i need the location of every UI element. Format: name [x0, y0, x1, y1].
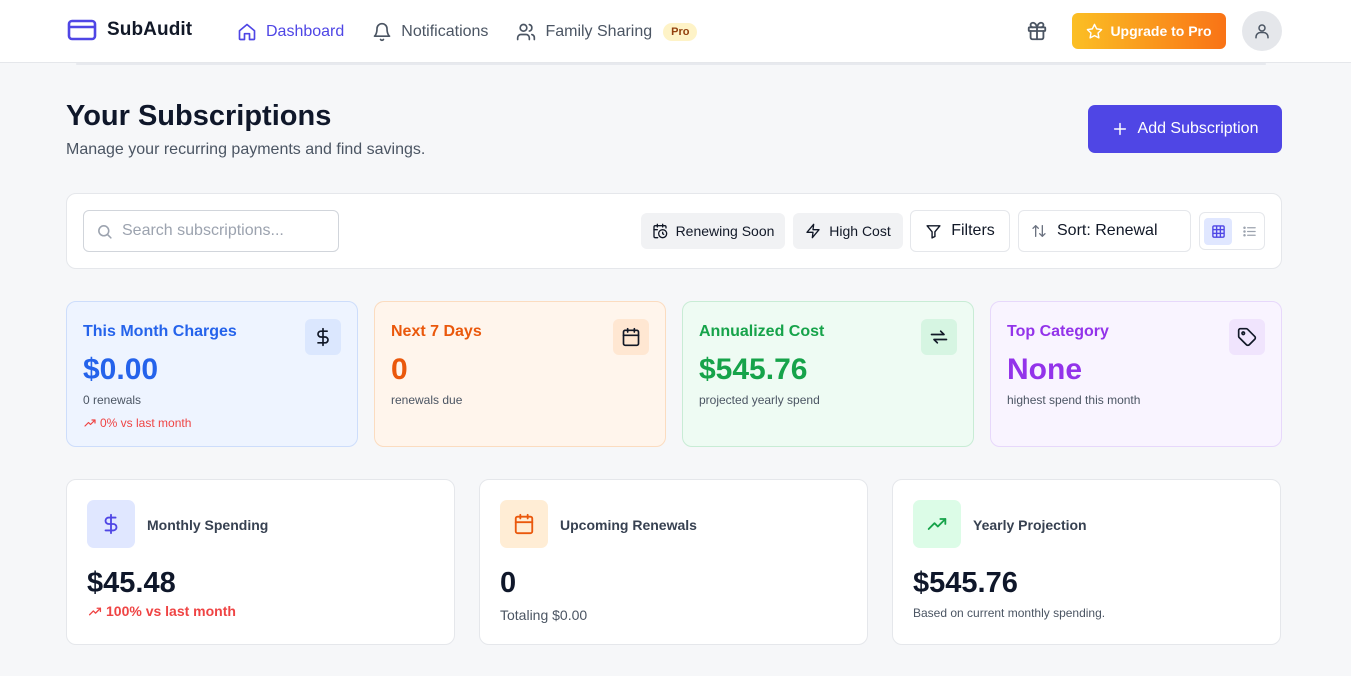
grid-view-button[interactable] — [1204, 218, 1232, 245]
summary-title: Upcoming Renewals — [560, 517, 697, 533]
stat-value: 0 — [391, 353, 408, 386]
page-subtitle: Manage your recurring payments and find … — [66, 141, 426, 158]
nav-divider — [76, 63, 1266, 65]
calendar-clock-icon — [652, 223, 668, 239]
zap-icon — [805, 223, 821, 239]
stat-label: Next 7 Days — [391, 323, 482, 340]
search-input[interactable] — [122, 211, 332, 251]
summary-amount: $45.48 — [87, 567, 176, 599]
brand-name: SubAudit — [107, 19, 193, 40]
plus-icon — [1112, 121, 1128, 137]
renewing-soon-filter[interactable]: Renewing Soon — [641, 213, 785, 249]
stat-sub: 0 renewals — [83, 393, 142, 407]
pro-badge: Pro — [663, 23, 698, 41]
stat-label: Top Category — [1007, 323, 1109, 340]
stat-card-top-category[interactable]: Top Category None highest spend this mon… — [990, 301, 1282, 447]
stat-icon-box — [921, 319, 957, 355]
summary-title: Monthly Spending — [147, 517, 269, 533]
summary-amount: 0 — [500, 567, 517, 599]
user-icon — [1253, 22, 1271, 40]
stat-value: $545.76 — [699, 353, 808, 386]
filters-button[interactable]: Filters — [910, 210, 1010, 252]
calendar-icon — [621, 327, 641, 347]
stat-card-this-month[interactable]: This Month Charges $0.00 0 renewals 0% v… — [66, 301, 358, 447]
view-toggle — [1199, 212, 1265, 250]
summary-note: Totaling $0.00 — [500, 607, 588, 623]
summary-note: Based on current monthly spending. — [913, 606, 1106, 620]
trending-up-icon — [87, 605, 103, 618]
summary-trend-text: 100% vs last month — [106, 603, 236, 619]
users-icon — [516, 22, 536, 42]
summary-icon-box — [500, 500, 548, 548]
stat-value: None — [1007, 353, 1082, 386]
repeat-icon — [929, 327, 949, 347]
calendar-icon — [513, 513, 535, 535]
trending-up-icon — [925, 514, 949, 534]
stat-label: This Month Charges — [83, 323, 237, 340]
add-subscription-button[interactable]: Add Subscription — [1088, 105, 1282, 153]
page-title: Your Subscriptions — [66, 100, 332, 132]
summary-icon-box — [87, 500, 135, 548]
stat-trend-text: 0% vs last month — [100, 416, 192, 430]
stat-sub: highest spend this month — [1007, 393, 1141, 407]
gift-icon — [1026, 20, 1050, 42]
stat-sub: renewals due — [391, 393, 463, 407]
dollar-icon — [100, 513, 122, 535]
top-nav: SubAudit Dashboard Notifications Family … — [0, 0, 1351, 63]
stat-trend: 0% vs last month — [83, 416, 191, 430]
sort-select[interactable]: Sort: Renewal — [1018, 210, 1191, 252]
tag-icon — [1237, 327, 1257, 347]
list-icon — [1242, 224, 1257, 239]
nav-dashboard-label: Dashboard — [266, 23, 345, 40]
home-icon — [237, 22, 257, 42]
summary-trend: 100% vs last month — [87, 603, 236, 619]
summary-amount: $545.76 — [913, 567, 1018, 599]
dollar-icon — [313, 327, 333, 347]
stat-card-next-7-days[interactable]: Next 7 Days 0 renewals due — [374, 301, 666, 447]
summary-card-yearly-projection[interactable]: Yearly Projection $545.76 Based on curre… — [892, 479, 1281, 645]
nav-family-sharing[interactable]: Family Sharing Pro — [516, 19, 698, 45]
search-box — [83, 210, 339, 252]
sort-label: Sort: Renewal — [1057, 222, 1158, 239]
upgrade-to-pro-button[interactable]: Upgrade to Pro — [1072, 13, 1226, 49]
credit-card-icon — [67, 18, 97, 42]
brand[interactable]: SubAudit — [67, 18, 192, 42]
stat-icon-box — [305, 319, 341, 355]
summary-icon-box — [913, 500, 961, 548]
nav-dashboard[interactable]: Dashboard — [237, 19, 344, 45]
summary-card-monthly-spending[interactable]: Monthly Spending $45.48 100% vs last mon… — [66, 479, 455, 645]
bell-icon — [372, 22, 392, 42]
list-view-button[interactable] — [1236, 218, 1262, 245]
stat-card-annualized[interactable]: Annualized Cost $545.76 projected yearly… — [682, 301, 974, 447]
star-icon — [1086, 23, 1103, 40]
renewing-soon-label: Renewing Soon — [675, 223, 775, 239]
upgrade-label: Upgrade to Pro — [1110, 23, 1212, 39]
stat-value: $0.00 — [83, 353, 159, 386]
trending-up-icon — [83, 417, 97, 429]
add-subscription-label: Add Subscription — [1137, 120, 1259, 137]
nav-notifications-label: Notifications — [401, 23, 489, 40]
avatar[interactable] — [1242, 11, 1282, 51]
gift-button[interactable] — [1026, 20, 1050, 44]
nav-family-sharing-label: Family Sharing — [545, 23, 653, 40]
stat-sub: projected yearly spend — [699, 393, 820, 407]
filter-toolbar: Renewing Soon High Cost Filters Sort: Re… — [66, 193, 1282, 269]
sort-arrows-icon — [1031, 223, 1047, 239]
nav-notifications[interactable]: Notifications — [372, 19, 488, 45]
high-cost-label: High Cost — [829, 223, 891, 239]
stat-icon-box — [1229, 319, 1265, 355]
stat-label: Annualized Cost — [699, 323, 825, 340]
filter-icon — [925, 223, 942, 240]
filters-label: Filters — [951, 222, 995, 239]
search-icon — [96, 223, 113, 240]
grid-icon — [1211, 224, 1226, 239]
summary-card-upcoming-renewals[interactable]: Upcoming Renewals 0 Totaling $0.00 — [479, 479, 868, 645]
summary-title: Yearly Projection — [973, 517, 1087, 533]
high-cost-filter[interactable]: High Cost — [793, 213, 903, 249]
stat-icon-box — [613, 319, 649, 355]
